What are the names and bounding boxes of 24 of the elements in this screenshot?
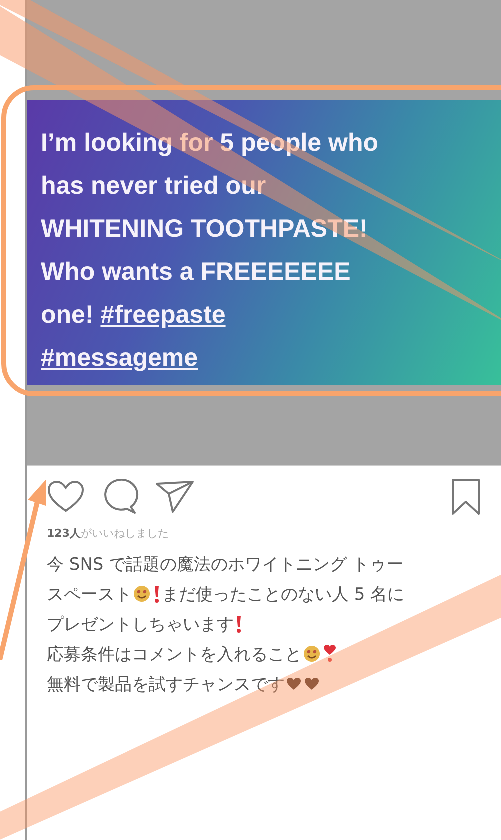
post-text: I’m looking for 5 people who xyxy=(41,129,379,157)
caption-text: 無料で製品を試すチャンスです xyxy=(47,674,285,696)
caption-text: まだ使ったことのない人 5 名に xyxy=(162,584,405,606)
caption-text: スペースト xyxy=(47,584,132,606)
caption-text: 応募条件はコメントを入れること xyxy=(47,644,302,666)
exclamation-icon xyxy=(153,584,161,604)
send-icon[interactable] xyxy=(155,480,195,514)
post-text: has never tried our xyxy=(41,172,266,200)
heart-icon[interactable] xyxy=(47,480,85,514)
heart-icon xyxy=(286,677,302,691)
exclamation-icon xyxy=(235,614,243,634)
hashtag-link[interactable]: #freepaste xyxy=(100,301,226,329)
caption-text: 今 SNS で話題の魔法のホワイトニング トゥー xyxy=(47,554,404,576)
post-text: one! xyxy=(41,301,95,329)
caption-text: プレゼントしちゃいます xyxy=(47,614,234,636)
like-count: 123人がいいねしました xyxy=(47,526,170,541)
hashtag-link[interactable]: #messageme xyxy=(41,344,198,372)
post-text: Who wants a FREEEEEEE xyxy=(41,258,351,286)
post-text: WHITENING TOOTHPASTE! xyxy=(41,215,368,243)
heart-exclamation-icon xyxy=(323,644,337,664)
face-icon xyxy=(303,645,321,663)
heart-icon xyxy=(304,677,320,691)
face-icon xyxy=(133,585,151,603)
bookmark-icon[interactable] xyxy=(451,478,481,516)
